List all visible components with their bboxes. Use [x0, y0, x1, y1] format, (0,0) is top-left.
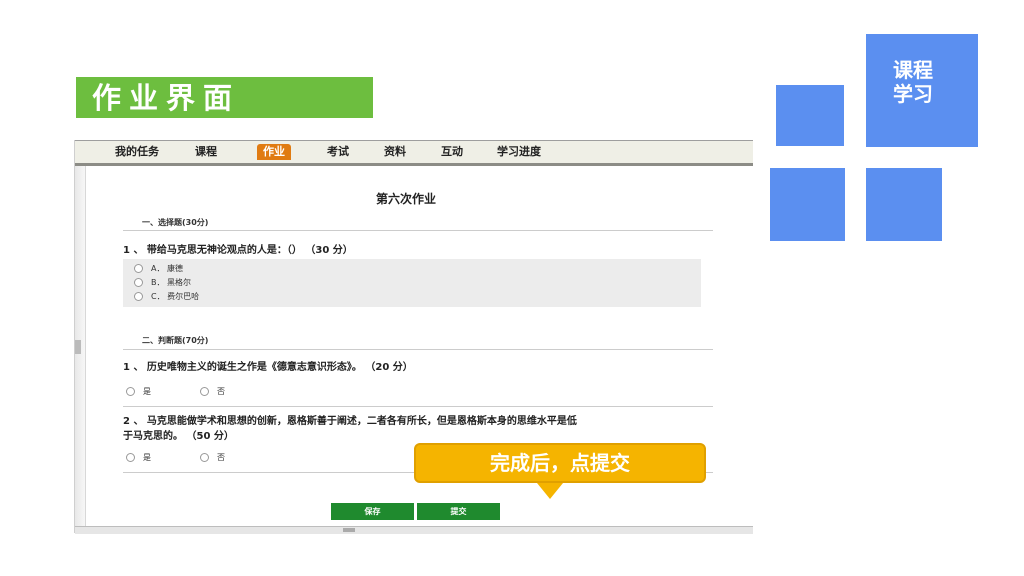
- radio-button[interactable]: [126, 387, 135, 396]
- nav-exam[interactable]: 考试: [327, 144, 349, 160]
- scroll-thumb[interactable]: [343, 528, 355, 532]
- divider: [123, 349, 713, 350]
- option-a[interactable]: A． 康德: [134, 263, 183, 275]
- option-c[interactable]: C． 费尔巴哈: [134, 291, 199, 303]
- nav-progress[interactable]: 学习进度: [497, 144, 541, 160]
- option-yes[interactable]: 是: [126, 386, 151, 398]
- option-label: B． 黑格尔: [151, 278, 192, 287]
- horizontal-scrollbar[interactable]: [75, 526, 753, 534]
- section-title: 一、选择题(30分): [142, 218, 209, 227]
- divider: [123, 230, 713, 231]
- decor-tile: [866, 168, 942, 241]
- divider: [123, 406, 713, 407]
- nav-materials[interactable]: 资料: [384, 144, 406, 160]
- nav-homework[interactable]: 作业: [257, 144, 291, 160]
- callout-pointer: [537, 483, 563, 499]
- radio-button[interactable]: [200, 387, 209, 396]
- question-text: 2 、 马克思能做学术和思想的创新，恩格斯善于阐述，二者各有所长，但是恩格斯本身…: [123, 416, 577, 427]
- radio-button[interactable]: [134, 264, 143, 273]
- page-title: 作业界面: [92, 81, 241, 115]
- side-label-line2: 学习: [893, 82, 933, 106]
- top-nav: 我的任务 课程 作业 考试 资料 互动 学习进度: [75, 140, 753, 166]
- option-no[interactable]: 否: [200, 452, 225, 464]
- option-label: C． 费尔巴哈: [151, 292, 200, 301]
- radio-button[interactable]: [134, 278, 143, 287]
- radio-button[interactable]: [134, 292, 143, 301]
- option-label: 是: [143, 453, 151, 462]
- option-no[interactable]: 否: [200, 386, 225, 398]
- question-text-continued: 于马克思的。 （50 分）: [123, 431, 234, 442]
- option-b[interactable]: B． 黑格尔: [134, 277, 191, 289]
- option-label: 是: [143, 387, 151, 396]
- homework-title: 第六次作业: [375, 192, 436, 206]
- side-label: 课程 学习: [893, 58, 933, 106]
- nav-course[interactable]: 课程: [195, 144, 217, 160]
- side-label-line1: 课程: [893, 58, 933, 82]
- save-button[interactable]: 保存: [331, 503, 414, 520]
- option-label: 否: [217, 453, 225, 462]
- decor-tile: [776, 85, 844, 146]
- option-label: 否: [217, 387, 225, 396]
- page-edge-marker: [75, 340, 81, 354]
- decor-tile: [770, 168, 845, 241]
- submit-button[interactable]: 提交: [417, 503, 500, 520]
- radio-button[interactable]: [126, 453, 135, 462]
- options-box: [123, 259, 701, 307]
- question-text: 1 、 带给马克思无神论观点的人是：（） （30 分）: [123, 245, 353, 256]
- option-yes[interactable]: 是: [126, 452, 151, 464]
- question-text: 1 、 历史唯物主义的诞生之作是《德意志意识形态》。 （20 分）: [123, 362, 413, 373]
- nav-my-tasks[interactable]: 我的任务: [115, 144, 159, 160]
- nav-interaction[interactable]: 互动: [441, 144, 463, 160]
- callout-text: 完成后，点提交: [490, 451, 630, 475]
- radio-button[interactable]: [200, 453, 209, 462]
- section-title: 二、判断题(70分): [142, 336, 209, 345]
- option-label: A． 康德: [151, 264, 184, 273]
